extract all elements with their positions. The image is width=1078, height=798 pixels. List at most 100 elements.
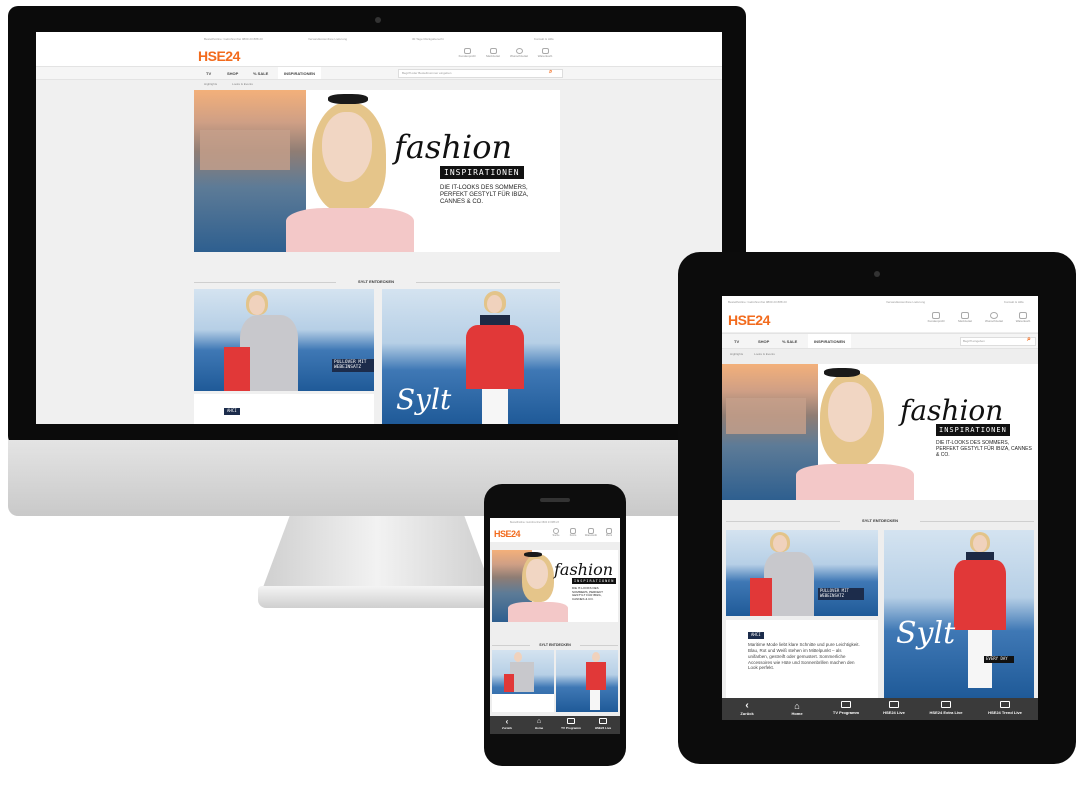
brand-logo[interactable]: HSE24 (728, 312, 770, 328)
util-cart[interactable]: Warenkorb (582, 528, 600, 537)
text-card: AHCI Maritime Mode liebt klare Schnitte … (726, 620, 878, 700)
nav-hse24-extra[interactable]: HSE24 Extra Live (920, 701, 972, 715)
white-pants (482, 389, 508, 424)
util-search[interactable]: Suche (548, 528, 564, 537)
hero-tag: INSPIRATIONEN (440, 166, 524, 179)
tablet-hero-banner[interactable]: fashion INSPIRATIONEN DIE IT-LOOKS DES S… (722, 364, 1038, 500)
nav-tv[interactable]: TV (734, 339, 739, 344)
nav-back[interactable]: ‹ Zurück (492, 717, 522, 730)
product-card-pullover[interactable]: PULLOVER MIT WEBEINSATZ (194, 289, 374, 391)
tv-icon (599, 718, 607, 724)
util-profile[interactable]: Kundenprofil (922, 312, 950, 323)
nav-hse24-live[interactable]: HSE24 Live (872, 701, 916, 715)
search-input[interactable]: Begriff eingeben (960, 337, 1036, 346)
nav-tv-programm[interactable]: TV Programm (556, 718, 586, 730)
tablet-camera (874, 271, 880, 277)
subnav-looks[interactable]: Looks & Events (754, 352, 775, 356)
text-card: AHCI (194, 394, 374, 424)
tablet-header: HSE24 Kundenprofil Merkzettel Wunschzett… (722, 308, 1038, 332)
desktop-nav: TV SHOP % SALE INSPIRATIONEN Begriff ode… (36, 66, 722, 80)
contact-link[interactable]: Kontakt & Hilfe (1004, 300, 1036, 304)
nav-home[interactable]: ⌂ Home (780, 701, 814, 716)
nav-inspirationen[interactable]: INSPIRATIONEN (808, 334, 852, 348)
card-script: Sylt (896, 616, 956, 651)
hero-description: DIE IT-LOOKS DES SOMMERS, PERFEKT GESTYL… (440, 185, 529, 206)
nav-tv-programm[interactable]: TV Programm (824, 701, 868, 715)
back-icon: ‹ (505, 717, 509, 726)
phone-topbar: Bestellhotline: Gebührenfrei 0800 23 888… (490, 518, 620, 526)
search-icon[interactable]: ⌕ (549, 69, 552, 76)
util-notes[interactable]: Merkzettel (951, 312, 979, 323)
desktop-hero-banner[interactable]: fashion INSPIRATIONEN DIE IT-LOOKS DES S… (194, 90, 560, 252)
delivery-text: Versandkostenfreie Lieferung (308, 37, 348, 41)
heart-icon (990, 312, 998, 319)
util-wishlist[interactable]: Wunschzettel (506, 48, 532, 58)
product-card-sylt[interactable]: Sylt (382, 289, 560, 424)
model-face (322, 112, 372, 182)
monitor-camera (375, 17, 381, 23)
phone-hero-banner[interactable]: fashion INSPIRATIONEN DIE IT-LOOKS DES S… (492, 550, 618, 622)
white-pants (590, 690, 600, 710)
desktop-topbar: Bestellhotline: Gebührenfrei 0800 23 888… (36, 32, 722, 46)
nav-tv[interactable]: TV (206, 71, 211, 76)
user-icon (932, 312, 940, 319)
util-cart[interactable]: Warenkorb (1009, 312, 1037, 323)
nav-sale[interactable]: % SALE (253, 71, 268, 76)
hero-script: fashion (900, 394, 1004, 427)
contact-link[interactable]: Kontakt & Hilfe (534, 37, 554, 41)
badge: AHCI (224, 408, 240, 415)
sunglasses (524, 552, 542, 557)
red-coat (954, 560, 1006, 630)
product-card-sylt[interactable] (556, 650, 618, 712)
nav-inspirationen[interactable]: INSPIRATIONEN (278, 67, 322, 79)
hero-description: DIE IT-LOOKS DES SOMMERS, PERFEKT GESTYL… (572, 586, 603, 601)
util-cart[interactable]: Warenkorb (532, 48, 558, 58)
util-profile[interactable]: Kundenprofil (454, 48, 480, 58)
search-icon[interactable]: ⌕ (1027, 336, 1031, 344)
hero-tag: INSPIRATIONEN (936, 424, 1010, 436)
delivery-text: Versandkostenfreie Lieferung (886, 300, 926, 304)
sunglasses (328, 94, 368, 104)
hero-tag: INSPIRATIONEN (572, 578, 617, 584)
nav-hse24-live[interactable]: HSE24 Live (588, 718, 618, 730)
subnav-highlights[interactable]: Highlights (730, 352, 743, 356)
subnav-highlights[interactable]: Highlights (204, 82, 217, 86)
nav-hse24-trend[interactable]: HSE24 Trend Live (976, 701, 1034, 715)
nav-back[interactable]: ‹ Zurück (730, 700, 764, 717)
nav-home[interactable]: ⌂ Home (524, 717, 554, 730)
tablet-subnav: Highlights Looks & Events (730, 352, 775, 356)
person-head (487, 295, 502, 313)
nav-shop[interactable]: SHOP (758, 339, 769, 344)
util-wishlist[interactable]: Wunschzettel (980, 312, 1008, 323)
product-card-pullover[interactable]: PULLOVER MIT WEBEINSATZ (726, 530, 878, 616)
hero-script: fashion (394, 128, 513, 166)
red-coat (586, 662, 606, 690)
tv-icon (567, 718, 575, 724)
model-top (286, 208, 414, 252)
util-notes[interactable]: Merkzettel (480, 48, 506, 58)
product-card-sylt[interactable]: Sylt EVERY DAY (884, 530, 1034, 698)
brand-logo[interactable]: HSE24 (198, 48, 240, 64)
subnav-looks[interactable]: Looks & Events (232, 82, 253, 86)
desktop-header: HSE24 Kundenprofil Merkzettel Wunschzett… (36, 46, 722, 66)
hotline-text: Bestellhotline: Gebührenfrei 0800 23 888… (728, 300, 787, 304)
cart-icon (1019, 312, 1027, 319)
search-input[interactable]: Begriff oder Bestellnummer eingeben (398, 69, 563, 78)
monitor-chin (8, 440, 746, 516)
monitor-base (258, 586, 498, 608)
brand-logo[interactable]: HSE24 (494, 529, 521, 539)
util-menu[interactable]: Menü (601, 528, 617, 537)
monitor-stand (262, 516, 492, 590)
tablet-nav: TV SHOP % SALE INSPIRATIONEN Begriff ein… (722, 333, 1038, 349)
nav-shop[interactable]: SHOP (227, 71, 238, 76)
phone-screen: Bestellhotline: Gebührenfrei 0800 23 888… (490, 518, 620, 734)
red-coat (466, 325, 524, 389)
hero-script: fashion (554, 560, 614, 579)
product-card-pullover[interactable] (492, 650, 554, 712)
back-icon: ‹ (745, 700, 749, 711)
util-account[interactable]: Konto (565, 528, 581, 537)
card-caption (492, 694, 554, 712)
person-head (592, 652, 600, 662)
nav-sale[interactable]: % SALE (782, 339, 797, 344)
tv-icon (841, 701, 851, 708)
